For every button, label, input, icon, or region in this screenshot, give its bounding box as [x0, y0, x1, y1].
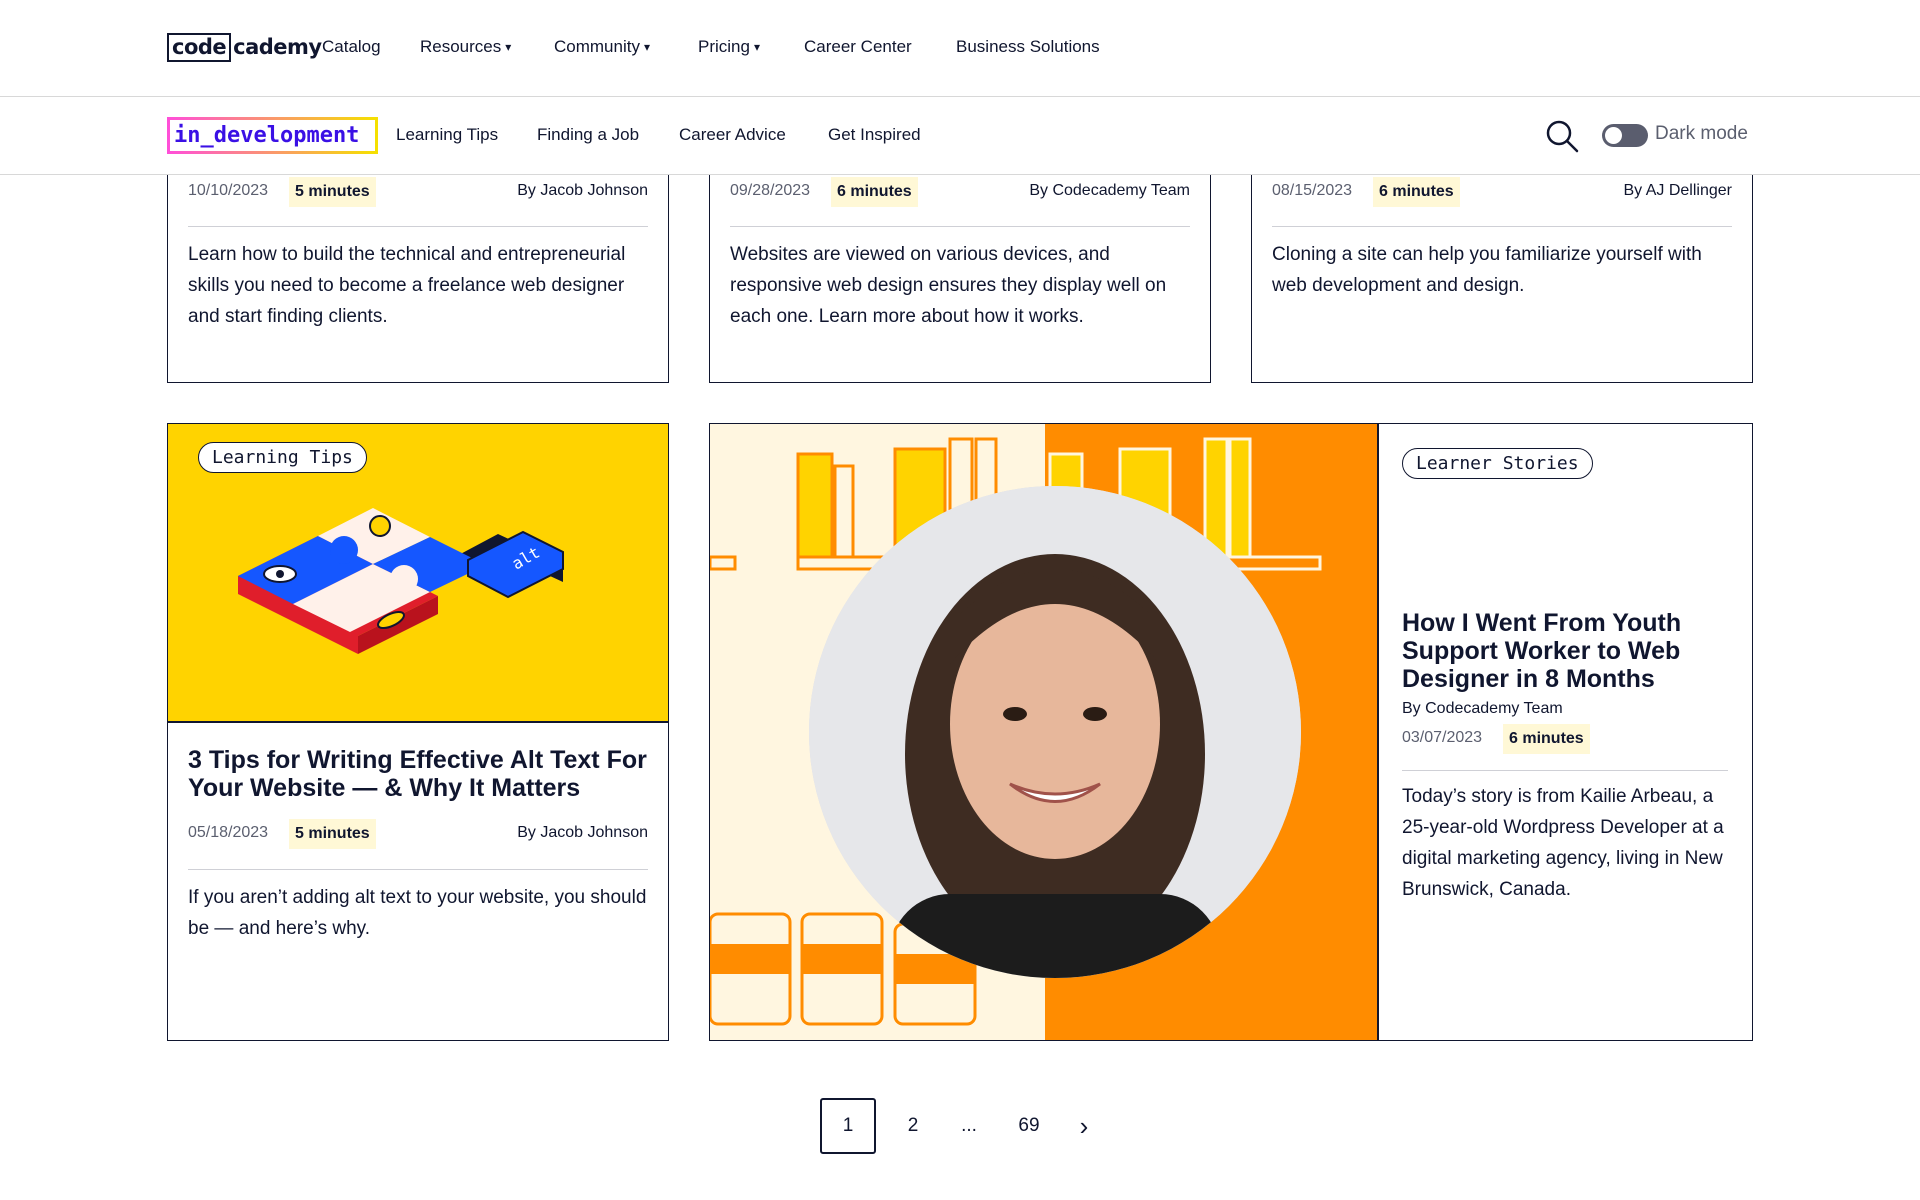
chevron-down-icon: ▾ [643, 40, 650, 54]
subnav-career-advice[interactable]: Career Advice [679, 125, 786, 145]
article-date: 08/15/2023 [1272, 182, 1353, 199]
dark-mode-toggle[interactable] [1602, 124, 1648, 147]
article-description: Learn how to build the technical and ent… [188, 244, 626, 327]
search-icon[interactable] [1544, 118, 1580, 154]
article-author: By AJ Dellinger [1623, 182, 1733, 199]
category-tag[interactable]: Learner Stories [1402, 448, 1593, 479]
article-author: By Jacob Johnson [517, 824, 648, 841]
subnav-get-inspired[interactable]: Get Inspired [828, 125, 921, 145]
divider [1402, 770, 1728, 771]
article-author: By Codecademy Team [1402, 700, 1563, 717]
article-description: Cloning a site can help you familiarize … [1272, 244, 1702, 296]
article-date: 09/28/2023 [730, 182, 811, 199]
toggle-knob [1605, 127, 1622, 144]
nav-pricing-label: Pricing [698, 37, 750, 56]
logo-box: code [167, 33, 232, 62]
nav-business-solutions[interactable]: Business Solutions [956, 37, 1100, 57]
logo-text: cademy [233, 35, 322, 59]
article-meta: 03/07/2023 6 minutes [1402, 722, 1728, 756]
chevron-down-icon: ▾ [505, 40, 512, 54]
nav-pricing[interactable]: Pricing ▾ [698, 37, 760, 57]
page-1-button[interactable]: 1 [820, 1098, 876, 1154]
top-navigation: code cademy Catalog Resources ▾ Community… [0, 0, 1920, 97]
article-date: 05/18/2023 [188, 824, 269, 841]
article-card-alt-text[interactable]: alt Learning Tips 3 Tips for Writing Eff… [167, 423, 669, 1041]
reading-time-badge: 5 minutes [289, 177, 376, 207]
article-meta: 05/18/2023 5 minutes By Jacob Johnson [188, 817, 648, 851]
reading-time-badge: 5 minutes [289, 819, 376, 849]
dark-mode-label: Dark mode [1655, 123, 1748, 144]
divider [188, 869, 648, 870]
in-development-logo[interactable]: in_development [167, 117, 378, 154]
image-border [1377, 424, 1379, 1040]
blog-subnavigation: in_development Learning Tips Finding a J… [0, 97, 1920, 175]
nav-career-center[interactable]: Career Center [804, 37, 912, 57]
article-meta: 08/15/2023 6 minutes By AJ Dellinger [1272, 175, 1732, 209]
nav-community-label: Community [554, 37, 640, 56]
article-description: Today’s story is from Kailie Arbeau, a 2… [1402, 786, 1724, 900]
divider [730, 226, 1190, 227]
page-69-button[interactable]: 69 [1002, 1098, 1056, 1154]
learner-photo-illustration [710, 424, 1377, 1040]
reading-time-badge: 6 minutes [1373, 177, 1460, 207]
article-author: By Codecademy Team [1029, 182, 1190, 199]
category-tag[interactable]: Learning Tips [198, 442, 367, 473]
article-description: Websites are viewed on various devices, … [730, 244, 1167, 327]
nav-catalog[interactable]: Catalog [322, 37, 381, 57]
nav-resources[interactable]: Resources ▾ [420, 37, 511, 57]
article-date: 03/07/2023 [1402, 729, 1483, 746]
subnav-learning-tips[interactable]: Learning Tips [396, 125, 498, 145]
image-border [168, 721, 668, 723]
codecademy-logo[interactable]: code cademy [167, 33, 322, 62]
article-meta: 09/28/2023 6 minutes By Codecademy Team [730, 175, 1190, 209]
nav-resources-label: Resources [420, 37, 502, 56]
article-title[interactable]: 3 Tips for Writing Effective Alt Text Fo… [188, 746, 648, 802]
reading-time-badge: 6 minutes [831, 177, 918, 207]
chevron-right-icon[interactable]: › [1066, 1098, 1102, 1154]
nav-community[interactable]: Community ▾ [554, 37, 650, 57]
divider [188, 226, 648, 227]
article-title[interactable]: How I Went From Youth Support Worker to … [1402, 609, 1728, 693]
article-date: 10/10/2023 [188, 182, 269, 199]
divider [1272, 226, 1732, 227]
article-description: If you aren’t adding alt text to your we… [188, 887, 647, 939]
pagination-ellipsis: ... [961, 1115, 977, 1136]
reading-time-badge: 6 minutes [1503, 724, 1590, 754]
subnav-finding-a-job[interactable]: Finding a Job [537, 125, 639, 145]
article-card-learner-story[interactable]: Learner Stories How I Went From Youth Su… [709, 423, 1753, 1041]
article-meta: 10/10/2023 5 minutes By Jacob Johnson [188, 175, 648, 209]
chevron-down-icon: ▾ [753, 40, 760, 54]
article-author: By Jacob Johnson [517, 182, 648, 199]
page-2-button[interactable]: 2 [895, 1098, 931, 1154]
